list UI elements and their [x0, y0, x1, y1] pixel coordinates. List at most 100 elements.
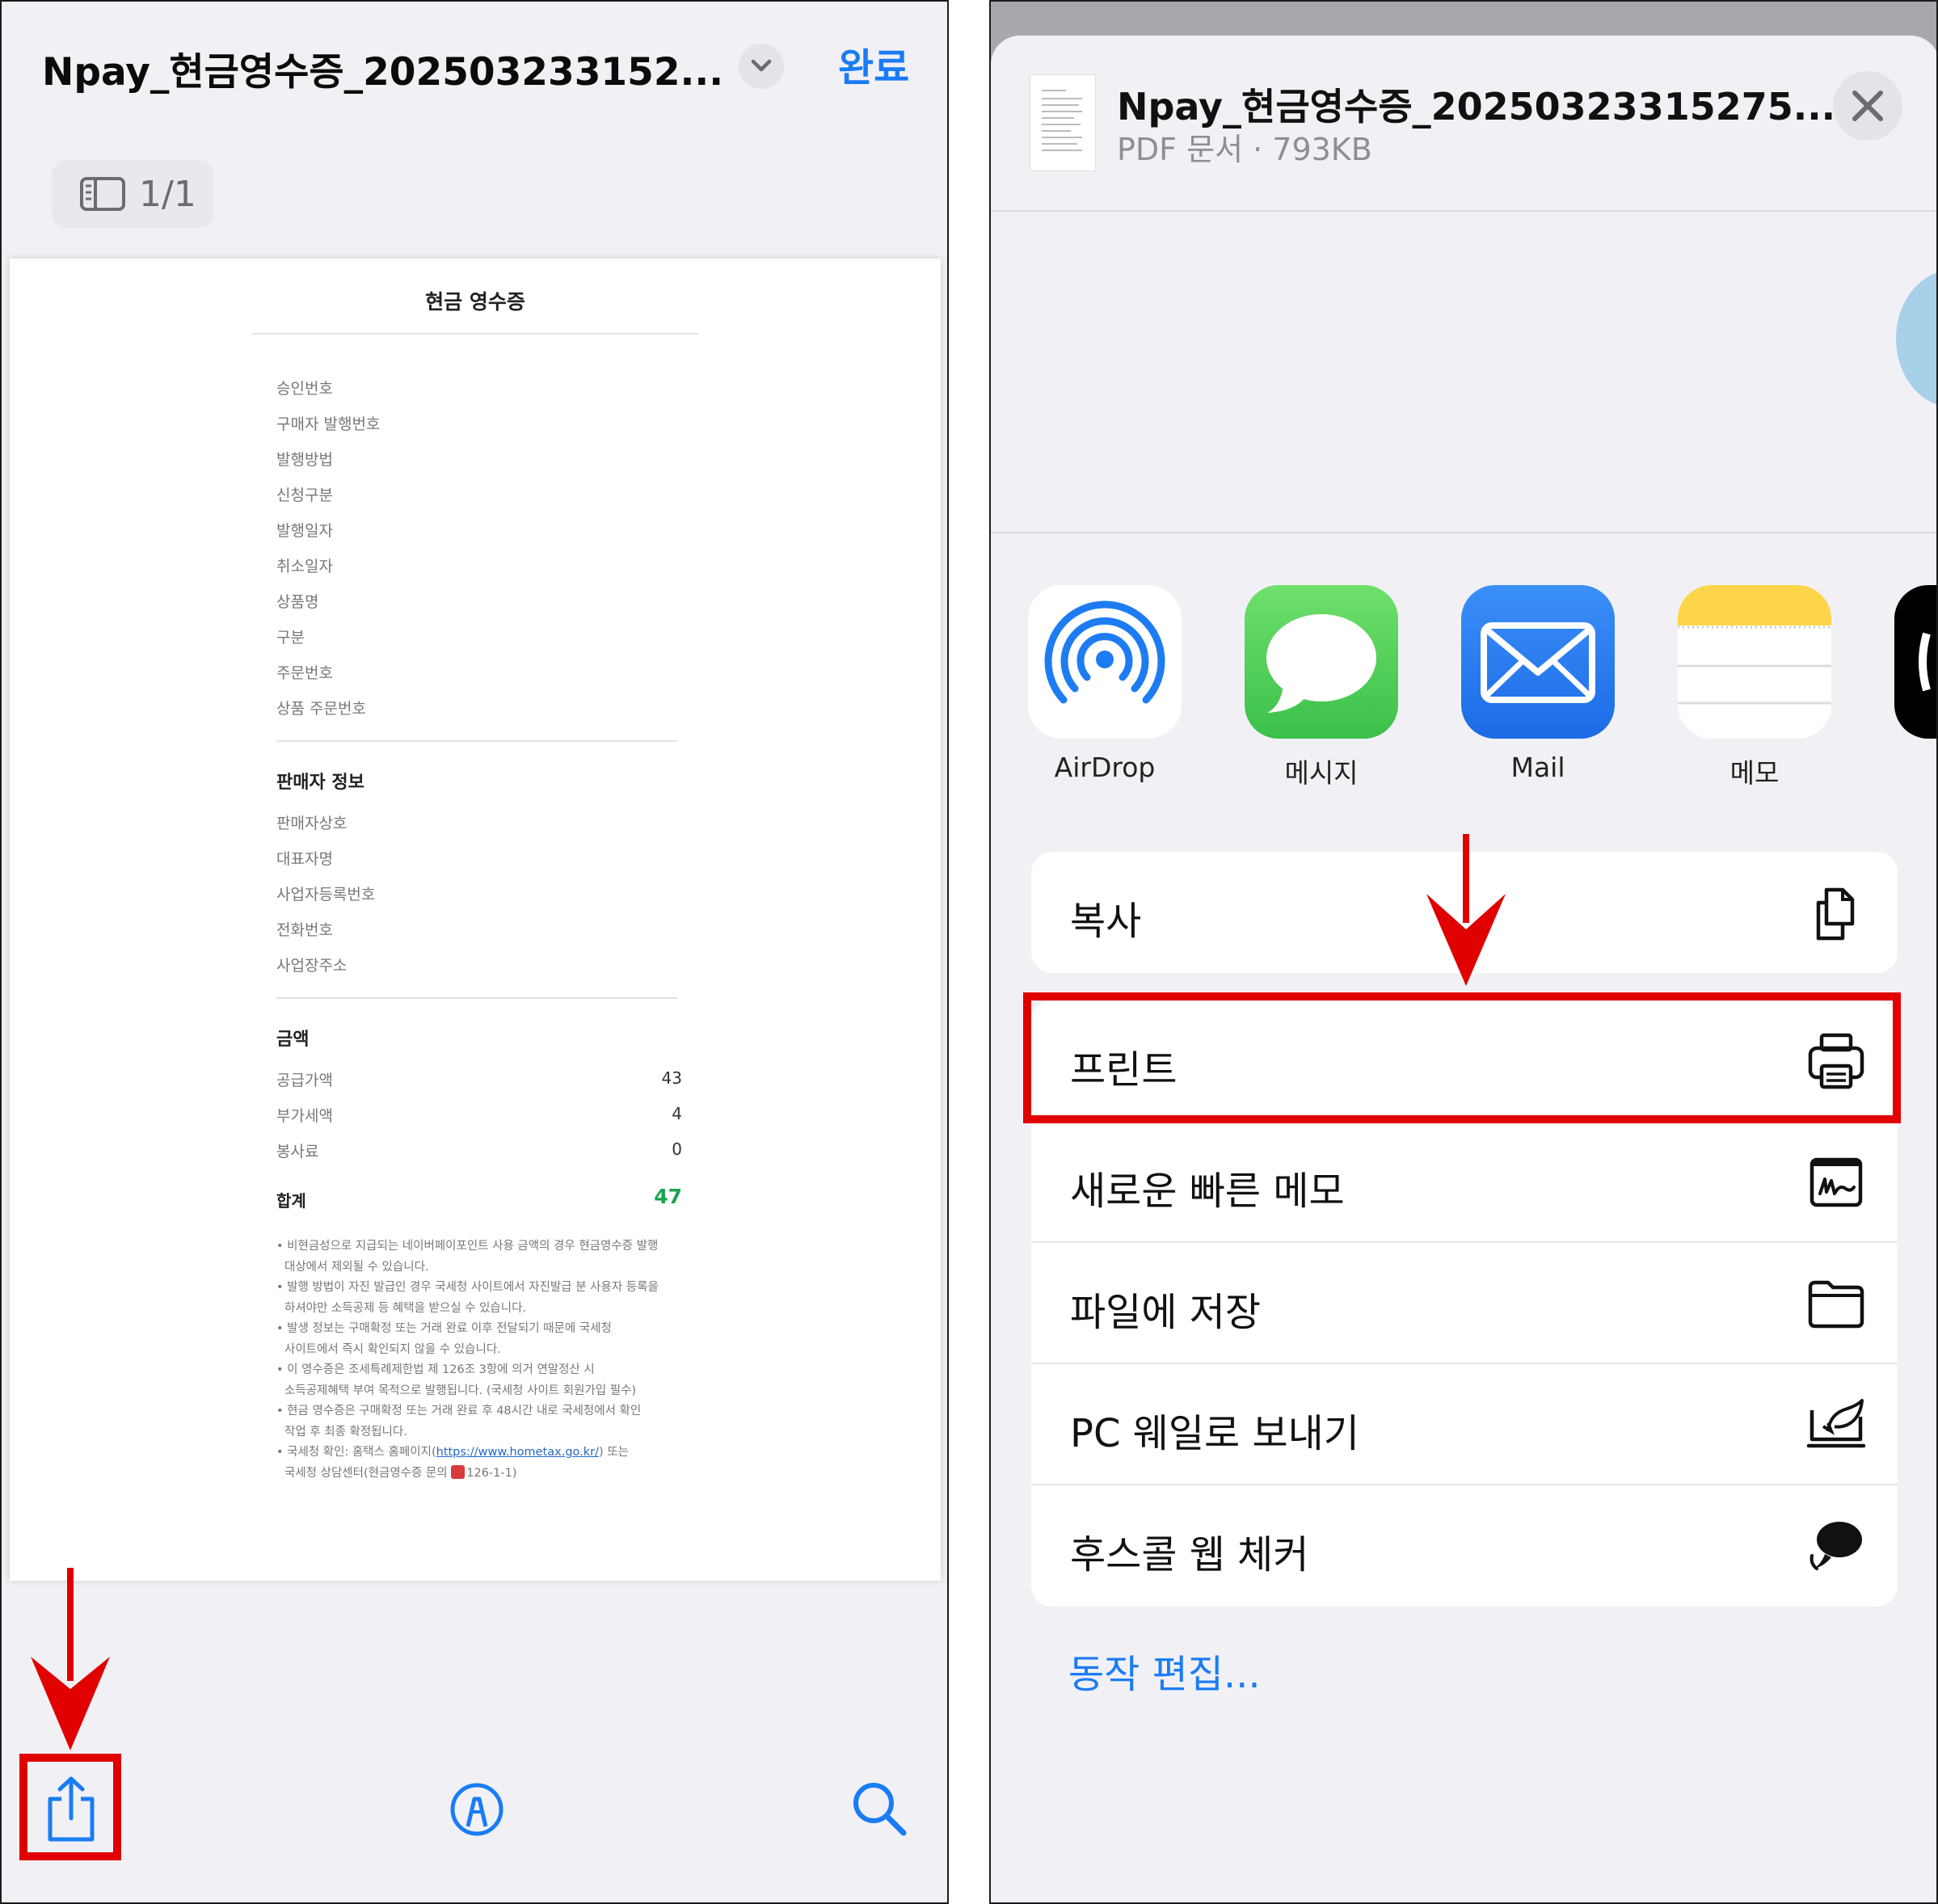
action-label: 새로운 빠른 메모	[1070, 1169, 1345, 1214]
amount-value: 43	[661, 1068, 682, 1088]
app-label: T	[1894, 752, 1936, 783]
edit-actions-link[interactable]: 동작 편집...	[1068, 1642, 1261, 1699]
receipt-title: 현금 영수증	[425, 290, 525, 314]
close-button[interactable]	[1833, 71, 1902, 141]
file-title: Npay_현금영수증_2025032331527​5...	[1117, 85, 1836, 128]
amount-value: 4	[672, 1104, 682, 1123]
app-messages[interactable]: 메시지	[1245, 585, 1398, 790]
mail-icon	[1461, 585, 1615, 739]
note-line: 소득공제혜택 부여 목적으로 발행됩니다. (국세청 사이트 회원가입 필수)	[284, 1384, 637, 1397]
app-label: 메시지	[1284, 757, 1359, 789]
document-thumbnail	[1030, 74, 1096, 171]
airdrop-icon	[1028, 585, 1182, 739]
note-line: • 현금 영수증은 구매확정 또는 거래 완료 후 48시간 내로 국세청에서 …	[276, 1405, 642, 1417]
note-line: • 비현금성으로 지급되는 네이버페이포인트 사용 금액의 경우 현금영수증 발…	[276, 1240, 659, 1253]
amount-value: 0	[672, 1139, 682, 1159]
action-send-pc-whale[interactable]: PC 웨일로 보내기	[1031, 1364, 1898, 1485]
note-text: 국세청 상담센터(현금영수증 문의	[284, 1466, 452, 1480]
share-sheet-header: Npay_현금영수증_2025032331527​5... PDF 문서 · 7…	[991, 36, 1936, 212]
seller-section-title: 판매자 정보	[276, 773, 364, 793]
action-label: PC 웨일로 보내기	[1070, 1411, 1359, 1456]
receipt-field: 구매자 발행번호	[276, 415, 381, 433]
divider	[252, 333, 698, 335]
copy-icon	[1816, 887, 1855, 941]
receipt-field: 승인번호	[276, 380, 333, 398]
pdf-viewer-screen: Npay_현금영수증_202503233152... 완료 1/1 현금 영수증…	[0, 0, 949, 1904]
red-arrow-icon	[31, 1568, 110, 1750]
seller-field: 대표자명	[276, 850, 333, 868]
total-label: 합계	[276, 1191, 306, 1211]
note-text: • 국세청 확인: 홈택스 홈페이지(	[276, 1446, 436, 1459]
close-icon	[1852, 91, 1883, 121]
contact-avatar[interactable]	[1896, 270, 1936, 407]
note-line: 작업 후 최종 확정됩니다.	[284, 1425, 407, 1439]
messages-icon	[1245, 585, 1398, 739]
receipt-field: 발행방법	[276, 451, 333, 469]
document-title[interactable]: Npay_현금영수증_202503233152...	[42, 40, 723, 96]
note-text: ) 또는	[599, 1446, 629, 1459]
note-line: • 발행 방법이 자진 발급인 경우 국세청 사이트에서 자진발급 분 사용자 …	[276, 1281, 659, 1294]
divider	[276, 740, 677, 742]
sidebar-icon	[80, 177, 125, 211]
chevron-down-icon	[751, 59, 772, 72]
seller-field: 사업자등록번호	[276, 886, 376, 904]
app-notes[interactable]: 메모	[1678, 585, 1831, 790]
quick-note-icon	[1810, 1157, 1863, 1207]
search-icon[interactable]	[850, 1780, 908, 1838]
action-label: 복사	[1070, 899, 1142, 944]
note-line: • 이 영수증은 조세특례제한법 제 126조 3항에 의거 연말정산 시	[276, 1363, 595, 1376]
seller-field: 판매자상호	[276, 815, 348, 832]
hometax-link[interactable]: https://www.hometax.go.kr/	[436, 1446, 599, 1459]
app-label: 메모	[1729, 757, 1780, 789]
total-value: 47	[654, 1185, 682, 1208]
page-indicator[interactable]: 1/1	[52, 160, 213, 228]
note-line: 하셔야만 소득공제 등 혜택을 받으실 수 있습니다.	[284, 1301, 527, 1315]
phone-icon	[451, 1464, 466, 1479]
red-arrow-icon	[1426, 834, 1506, 986]
amount-label: 부가세액	[276, 1107, 333, 1125]
receipt-field: 상품 주문번호	[276, 700, 366, 718]
action-quick-note[interactable]: 새로운 빠른 메모	[1031, 1122, 1898, 1243]
amount-label: 봉사료	[276, 1143, 319, 1161]
title-bar: Npay_현금영수증_202503233152... 완료	[42, 34, 915, 99]
receipt-field: 주문번호	[276, 664, 333, 682]
whale-send-icon	[1806, 1399, 1866, 1448]
markup-pen-icon[interactable]	[449, 1781, 505, 1838]
share-sheet-screen: Npay_현금영수증_2025032331527​5... PDF 문서 · 7…	[989, 0, 1938, 1904]
action-whoscall-web-checker[interactable]: 후스콜 웹 체커	[1031, 1485, 1898, 1607]
receipt-notes: • 비현금성으로 지급되는 네이버페이포인트 사용 금액의 경우 현금영수증 발…	[276, 1236, 697, 1484]
pdf-page: 현금 영수증 승인번호 구매자 발행번호 발행방법 신청구분 발행일자 취소일자…	[10, 259, 941, 1581]
note-line: • 국세청 확인: 홈택스 홈페이지(https://www.hometax.g…	[276, 1443, 697, 1464]
page-count: 1/1	[139, 174, 196, 215]
receipt-field: 구분	[276, 629, 305, 647]
receipt-field: 신청구분	[276, 487, 333, 504]
amount-label: 공급가액	[276, 1072, 333, 1089]
receipt-field: 취소일자	[276, 558, 333, 575]
note-line: • 발생 정보는 구매확정 또는 거래 완료 이후 전달되기 때문에 국세청	[276, 1322, 612, 1335]
app-label: Mail	[1510, 752, 1565, 783]
amount-section-title: 금액	[276, 1030, 310, 1050]
note-line: 국세청 상담센터(현금영수증 문의 126-1-1)	[276, 1464, 697, 1485]
action-label: 파일에 저장	[1070, 1290, 1262, 1335]
seller-field: 사업장주소	[276, 957, 348, 975]
threads-icon	[1894, 585, 1936, 739]
app-airdrop[interactable]: AirDrop	[1028, 585, 1182, 783]
receipt-field: 상품명	[276, 593, 319, 611]
receipt-field: 발행일자	[276, 522, 333, 540]
note-line: 대상에서 제외될 수 있습니다.	[284, 1260, 429, 1274]
app-label: AirDrop	[1054, 752, 1156, 783]
notes-icon	[1678, 585, 1831, 739]
divider	[276, 997, 677, 999]
note-line: 사이트에서 즉시 확인되지 않을 수 있습니다.	[284, 1342, 501, 1356]
title-menu-button[interactable]	[739, 44, 784, 89]
highlight-box	[19, 1754, 121, 1860]
folder-icon	[1808, 1280, 1864, 1329]
done-button[interactable]: 완료	[838, 36, 909, 92]
app-mail[interactable]: Mail	[1461, 585, 1615, 783]
action-save-to-files[interactable]: 파일에 저장	[1031, 1243, 1898, 1364]
whoscall-icon	[1810, 1522, 1862, 1570]
file-subtitle: PDF 문서 · 793KB	[1117, 132, 1372, 167]
note-text: 126-1-1)	[466, 1466, 517, 1480]
action-label: 후스콜 웹 체커	[1070, 1532, 1309, 1578]
app-threads[interactable]: T	[1894, 585, 1936, 783]
